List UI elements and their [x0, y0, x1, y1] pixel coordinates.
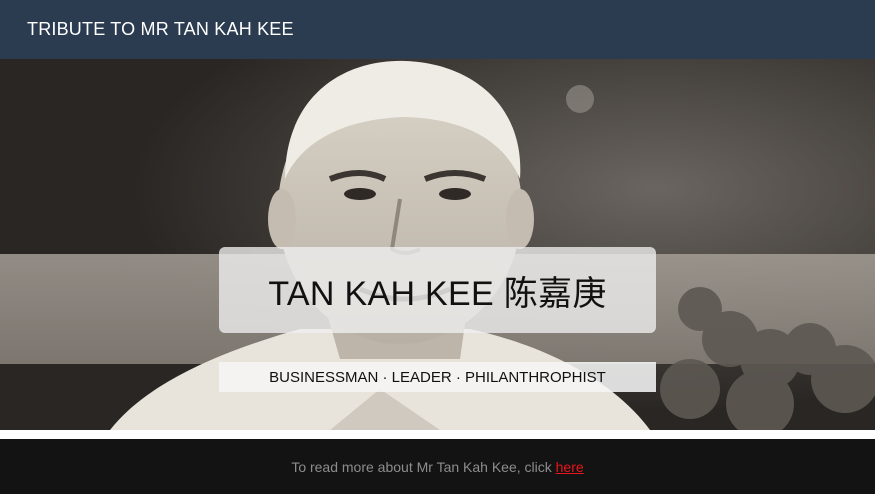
- hero-subtitle-box: BUSINESSMAN · LEADER · PHILANTHROPHIST: [219, 362, 656, 392]
- hero-section: TAN KAH KEE 陈嘉庚 BUSINESSMAN · LEADER · P…: [0, 59, 875, 430]
- section-divider: [0, 430, 875, 439]
- footer-text-label: To read more about Mr Tan Kah Kee, click: [291, 458, 556, 475]
- read-more-link[interactable]: here: [556, 459, 584, 475]
- hero-title-box: TAN KAH KEE 陈嘉庚: [219, 247, 656, 333]
- footer: To read more about Mr Tan Kah Kee, click…: [0, 439, 875, 494]
- footer-text: To read more about Mr Tan Kah Kee, click…: [291, 459, 583, 475]
- site-brand-link[interactable]: TRIBUTE TO MR TAN KAH KEE: [27, 19, 294, 40]
- navbar: TRIBUTE TO MR TAN KAH KEE: [0, 0, 875, 59]
- hero-subtitle: BUSINESSMAN · LEADER · PHILANTHROPHIST: [269, 368, 606, 386]
- hero-title: TAN KAH KEE 陈嘉庚: [268, 274, 607, 313]
